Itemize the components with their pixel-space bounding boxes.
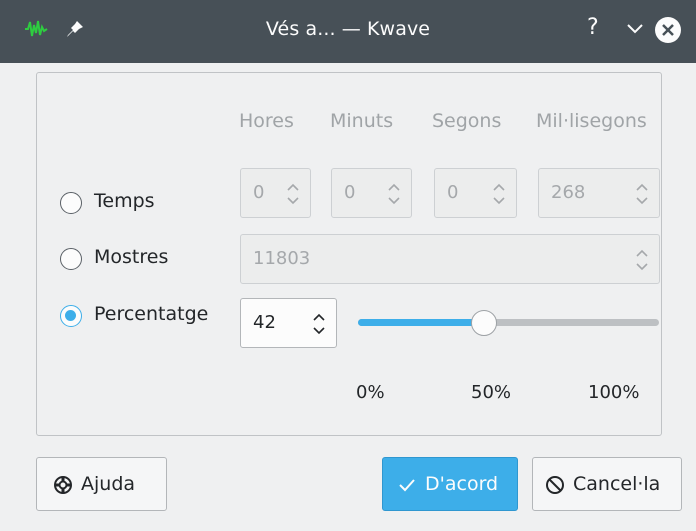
cancel-button-label: Cancel·la <box>573 473 661 495</box>
time-radio[interactable] <box>60 192 82 214</box>
help-icon[interactable]: ? <box>587 15 599 40</box>
spin-arrows-icon[interactable] <box>492 180 506 208</box>
spin-arrows-icon[interactable] <box>635 246 649 274</box>
spin-arrows-icon[interactable] <box>387 180 401 208</box>
help-button-label: Ajuda <box>81 473 136 495</box>
spin-arrows-icon[interactable] <box>635 180 649 208</box>
ok-button[interactable]: D'acord <box>382 457 518 511</box>
ok-button-label: D'acord <box>425 473 499 495</box>
hours-value: 0 <box>253 182 265 203</box>
hours-spinbox[interactable]: 0 <box>240 168 311 218</box>
samples-radio[interactable] <box>60 248 82 270</box>
samples-value: 11803 <box>253 248 311 269</box>
time-label[interactable]: Temps <box>94 190 155 212</box>
percentage-slider[interactable] <box>358 319 659 326</box>
checkmark-icon <box>399 479 415 492</box>
tick-label-100: 100% <box>588 382 640 403</box>
tick-label-0: 0% <box>356 382 385 403</box>
percentage-radio[interactable] <box>60 305 82 327</box>
help-button[interactable]: Ajuda <box>36 457 167 511</box>
cancel-icon <box>546 476 564 494</box>
seconds-spinbox[interactable]: 0 <box>434 168 517 218</box>
title-bar: Vés a... — Kwave ? <box>0 0 696 63</box>
tick-label-50: 50% <box>471 382 512 403</box>
minutes-spinbox[interactable]: 0 <box>331 168 412 218</box>
lifebuoy-icon <box>54 476 72 494</box>
spin-arrows-icon[interactable] <box>286 180 300 208</box>
slider-fill <box>358 319 484 326</box>
milliseconds-spinbox[interactable]: 268 <box>538 168 660 218</box>
minutes-value: 0 <box>344 182 356 203</box>
header-seconds: Segons <box>432 110 502 132</box>
header-hours: Hores <box>239 110 294 132</box>
slider-handle[interactable] <box>471 310 497 336</box>
seconds-value: 0 <box>447 182 459 203</box>
minimize-chevron-icon[interactable] <box>624 21 646 37</box>
header-milliseconds: Mil·lisegons <box>536 110 647 132</box>
milliseconds-value: 268 <box>551 182 586 203</box>
cancel-button[interactable]: Cancel·la <box>532 457 682 511</box>
percentage-spinbox[interactable]: 42 <box>240 298 337 348</box>
samples-spinbox[interactable]: 11803 <box>240 234 660 284</box>
header-minutes: Minuts <box>330 110 394 132</box>
samples-label[interactable]: Mostres <box>94 246 168 268</box>
spin-arrows-icon[interactable] <box>312 310 326 338</box>
percentage-value: 42 <box>253 312 276 333</box>
close-icon[interactable] <box>655 17 681 43</box>
percentage-label[interactable]: Percentatge <box>94 303 208 325</box>
